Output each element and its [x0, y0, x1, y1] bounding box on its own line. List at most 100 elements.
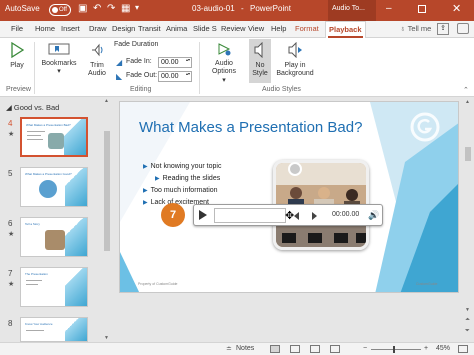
- section-name: Good vs. Bad: [13, 103, 60, 112]
- tab-design[interactable]: Design: [112, 24, 136, 33]
- comments-icon[interactable]: [457, 23, 469, 34]
- tab-slide-show[interactable]: Slide S: [193, 24, 217, 33]
- slide-thumbnail-6[interactable]: Tell a Story: [20, 217, 88, 257]
- fit-to-window-icon[interactable]: [458, 345, 468, 353]
- zoom-out-button[interactable]: −: [363, 345, 367, 352]
- slide-show-icon[interactable]: [330, 345, 340, 353]
- thumb-image: [39, 180, 57, 198]
- audio-options-button[interactable]: Audio Options ▾: [203, 42, 245, 85]
- zoom-in-button[interactable]: +: [424, 345, 428, 352]
- autosave-toggle[interactable]: Off: [49, 4, 71, 16]
- tell-me-search[interactable]: ♁ Tell me: [400, 24, 431, 33]
- minimize-icon[interactable]: –: [386, 3, 392, 14]
- bullet-item: ▶ Too much information: [143, 187, 218, 194]
- maximize-icon[interactable]: [418, 5, 426, 13]
- title-bar: AutoSave Off ▣ ↶ ↷ ▦ ▾ 03-audio-01 - Pow…: [0, 0, 474, 21]
- trim-audio-icon: [92, 43, 103, 57]
- notes-icon: ≐: [226, 346, 232, 353]
- fade-duration-label: Fade Duration: [114, 41, 159, 48]
- slide-number: 6: [8, 219, 13, 228]
- play-button[interactable]: Play: [6, 41, 28, 70]
- share-icon[interactable]: ⇪: [437, 23, 449, 35]
- tab-animations[interactable]: Anima: [166, 24, 187, 33]
- audio-options-label: Audio Options: [211, 59, 237, 76]
- bookmarks-button[interactable]: Bookmarks ▾: [38, 42, 80, 77]
- tab-view[interactable]: View: [248, 24, 264, 33]
- slide-thumbnail-8[interactable]: Know Your Audience: [20, 317, 88, 342]
- slide-thumbnail-4[interactable]: What Makes a Presentation Bad?: [20, 117, 88, 157]
- bullet-arrow-icon: ▶: [155, 176, 160, 182]
- reading-view-icon[interactable]: [310, 345, 320, 353]
- tab-draw[interactable]: Draw: [89, 24, 107, 33]
- thumb-image: [48, 133, 64, 149]
- play-in-background-icon: [288, 41, 302, 59]
- autosave-state: Off: [59, 7, 67, 13]
- start-from-beginning-icon[interactable]: ▦: [121, 3, 130, 14]
- bullet-arrow-icon: ▶: [143, 164, 148, 170]
- fade-in-spinner[interactable]: 00.00: [158, 57, 192, 68]
- slide-thumbnail-7[interactable]: The Presentation: [20, 267, 88, 307]
- slide-thumbnail-5[interactable]: What Makes a Presentation Good?: [20, 167, 88, 207]
- undo-icon[interactable]: ↶: [93, 3, 101, 14]
- slide-thumbnail-pane: ◢ Good vs. Bad 4 ★ What Makes a Presenta…: [0, 97, 115, 342]
- normal-view-icon[interactable]: [270, 345, 280, 353]
- customguide-logo: [410, 112, 440, 142]
- redo-icon[interactable]: ↷: [107, 3, 115, 14]
- audio-progress-bar[interactable]: [214, 208, 286, 223]
- group-label-preview: Preview: [6, 86, 31, 93]
- thumb-line: [26, 330, 44, 331]
- tab-playback[interactable]: Playback: [325, 21, 366, 39]
- thumb-line: [26, 284, 38, 285]
- bullet-arrow-icon: ▶: [143, 200, 148, 206]
- tab-transitions[interactable]: Transit: [138, 24, 161, 33]
- scrollbar-thumb[interactable]: [104, 131, 110, 251]
- lightbulb-icon: ♁: [400, 24, 408, 33]
- play-in-background-button[interactable]: Play in Background: [273, 41, 317, 79]
- no-style-label: No Style: [252, 61, 268, 78]
- tab-help[interactable]: Help: [271, 24, 286, 33]
- no-style-button[interactable]: No Style: [249, 39, 271, 83]
- next-slide-icon[interactable]: ⏷: [465, 328, 470, 335]
- tab-insert[interactable]: Insert: [61, 24, 80, 33]
- thumb-line: [27, 131, 45, 132]
- collapse-ribbon-icon[interactable]: ⌃: [463, 86, 469, 94]
- scroll-down-icon[interactable]: ▼: [104, 335, 109, 341]
- thumb-title: What Makes a Presentation Good?: [25, 172, 72, 176]
- close-icon[interactable]: ✕: [452, 2, 461, 15]
- move-back-button[interactable]: [294, 212, 299, 220]
- autosave-label: AutoSave: [5, 4, 40, 13]
- move-forward-button[interactable]: [312, 212, 317, 220]
- play-pause-button[interactable]: [199, 210, 207, 220]
- scroll-down-icon[interactable]: ▼: [465, 307, 470, 313]
- customize-icon[interactable]: ▾: [135, 3, 139, 12]
- fade-out-spinner[interactable]: 00.00: [158, 71, 192, 82]
- volume-icon[interactable]: 🔊: [368, 210, 379, 221]
- slide-scrollbar[interactable]: ▲ ▼ ⏶ ⏷: [462, 97, 474, 342]
- slide-sorter-icon[interactable]: [290, 345, 300, 353]
- tab-home[interactable]: Home: [35, 24, 55, 33]
- zoom-slider[interactable]: [371, 346, 421, 353]
- thumb-line: [27, 135, 41, 136]
- bullet-item: ▶ Reading the slides: [155, 175, 220, 182]
- tab-format[interactable]: Format: [295, 24, 319, 33]
- scroll-up-icon[interactable]: ▲: [104, 98, 109, 104]
- zoom-level[interactable]: 45%: [436, 345, 450, 352]
- slide-canvas[interactable]: What Makes a Presentation Bad? ▶ Not know…: [119, 101, 459, 293]
- thumbnail-scrollbar[interactable]: ▲ ▼: [103, 97, 111, 342]
- audio-time-readout: 00:00.00: [332, 211, 360, 218]
- trim-audio-button[interactable]: Trim Audio: [84, 42, 110, 79]
- tab-review[interactable]: Review: [221, 24, 246, 33]
- app-name: PowerPoint: [250, 4, 291, 13]
- slide-title[interactable]: What Makes a Presentation Bad?: [139, 119, 362, 136]
- tab-file[interactable]: File: [11, 24, 23, 33]
- previous-slide-icon[interactable]: ⏶: [465, 317, 470, 324]
- notes-button[interactable]: Notes: [236, 345, 254, 352]
- fade-out-value: 00.00: [161, 73, 179, 80]
- bullet-text: Too much information: [150, 187, 218, 194]
- step-number-badge: 7: [161, 203, 185, 227]
- audio-icon[interactable]: [288, 162, 302, 176]
- section-header[interactable]: ◢ Good vs. Bad: [6, 103, 59, 112]
- save-icon[interactable]: ▣: [78, 3, 87, 14]
- scroll-up-icon[interactable]: ▲: [465, 99, 470, 105]
- scrollbar-thumb[interactable]: [465, 147, 471, 161]
